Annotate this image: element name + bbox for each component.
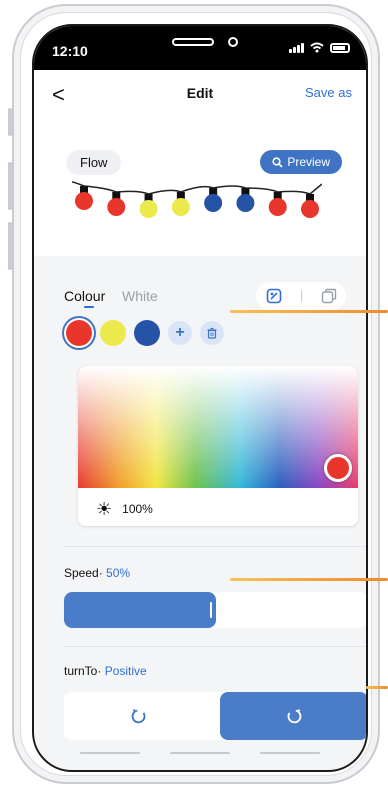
- bulb: [301, 200, 319, 218]
- bottom-indicator: [80, 752, 140, 754]
- speed-slider[interactable]: [64, 592, 366, 628]
- phone-side-button: [8, 222, 12, 270]
- turn-label-text: turnTo·: [64, 664, 102, 678]
- preview-button[interactable]: Preview: [260, 150, 342, 174]
- brightness-row[interactable]: ☀ 100%: [96, 500, 153, 518]
- bulb-cap: [144, 194, 153, 201]
- bulb: [171, 198, 190, 216]
- bulb-cap: [112, 192, 121, 199]
- notch: [118, 26, 282, 60]
- status-bar: 12:10: [34, 26, 366, 70]
- colour-spectrum[interactable]: [78, 366, 358, 488]
- signal-icon: [289, 42, 304, 53]
- speed-slider-thumb[interactable]: [210, 602, 212, 618]
- edit-palette-icon[interactable]: [266, 288, 282, 304]
- phone-side-button: [8, 108, 12, 136]
- delete-colour-button[interactable]: [200, 321, 224, 345]
- phone-frame: 12:10 < Edit Save as Flow Preview Colour…: [12, 4, 380, 784]
- brightness-icon: ☀: [96, 499, 113, 519]
- direction-positive-button[interactable]: [220, 692, 366, 740]
- callout-line: [230, 310, 388, 313]
- search-icon: [272, 156, 283, 168]
- speed-slider-fill: [64, 592, 216, 628]
- camera: [228, 37, 238, 47]
- bulb-cap: [80, 186, 88, 193]
- active-tab-indicator: [84, 306, 94, 308]
- bulb-cap: [209, 188, 218, 195]
- bulb-cap: [306, 194, 314, 201]
- divider: [64, 646, 366, 647]
- bulb: [268, 198, 287, 216]
- battery-icon: [330, 42, 350, 53]
- wifi-icon: [310, 42, 324, 53]
- speed-label-text: Speed·: [64, 566, 103, 580]
- add-colour-button[interactable]: +: [168, 321, 192, 345]
- toggle-separator: [300, 290, 302, 302]
- bulb-cap: [273, 192, 282, 199]
- picker-handle[interactable]: [324, 454, 352, 482]
- direction-reverse-button[interactable]: [64, 692, 214, 740]
- bulb: [204, 194, 223, 212]
- phone-side-button: [8, 162, 12, 210]
- app-screen: 12:10 < Edit Save as Flow Preview Colour…: [32, 24, 368, 772]
- string-lights-illustration: [72, 181, 322, 218]
- speed-value: 50%: [102, 566, 131, 580]
- speaker: [172, 38, 214, 46]
- rotate-ccw-icon: [131, 708, 146, 724]
- divider: [64, 546, 366, 547]
- bulb-cap: [241, 188, 250, 195]
- turn-label: turnTo· Positive: [64, 664, 147, 678]
- tab-colour[interactable]: Colour: [64, 288, 105, 304]
- light-string-wire: [72, 181, 322, 195]
- bottom-indicator: [170, 752, 230, 754]
- bulb: [139, 200, 158, 218]
- scene-preview-card: Flow Preview: [34, 116, 366, 256]
- callout-line: [366, 686, 388, 689]
- bulb: [75, 192, 93, 210]
- save-as-button[interactable]: Save as: [305, 85, 352, 100]
- swatch-yellow[interactable]: [100, 320, 126, 346]
- nav-header: < Edit Save as: [34, 70, 366, 116]
- swatch-blue[interactable]: [134, 320, 160, 346]
- swatch-red[interactable]: [66, 320, 92, 346]
- speed-label: Speed· 50%: [64, 566, 130, 580]
- callout-line: [230, 578, 388, 581]
- tab-white[interactable]: White: [122, 288, 158, 304]
- brightness-value: 100%: [122, 502, 153, 516]
- preview-label: Preview: [287, 155, 330, 169]
- rotate-cw-icon: [287, 708, 302, 724]
- direction-selector: [64, 692, 366, 740]
- colour-swatches: +: [66, 320, 224, 346]
- turn-value: Positive: [101, 664, 147, 678]
- trash-icon: [207, 327, 217, 339]
- bottom-indicator: [260, 752, 320, 754]
- picker-mode-toggle: [256, 282, 346, 310]
- bulb: [107, 198, 126, 216]
- bulb: [236, 194, 255, 212]
- bulb-cap: [176, 192, 185, 199]
- copy-icon[interactable]: [321, 288, 337, 304]
- colour-picker: ☀ 100%: [78, 366, 358, 526]
- status-time: 12:10: [52, 43, 88, 59]
- status-icons: [289, 42, 350, 53]
